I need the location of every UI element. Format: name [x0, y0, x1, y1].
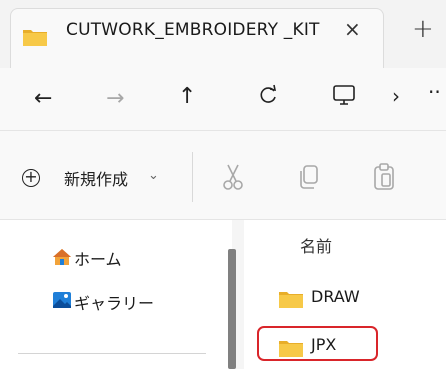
back-arrow-icon[interactable]: ← — [34, 86, 52, 111]
paste-icon[interactable] — [372, 162, 396, 196]
scrollbar-thumb[interactable] — [228, 249, 236, 369]
chevron-right-icon[interactable]: › — [392, 84, 400, 108]
monitor-icon[interactable] — [332, 83, 356, 111]
divider — [192, 152, 193, 202]
folder-icon — [278, 289, 304, 313]
folder-icon — [278, 338, 304, 362]
copy-icon[interactable] — [297, 163, 321, 195]
list-item-jpx[interactable]: JPX — [311, 335, 336, 354]
list-item-draw[interactable]: DRAW — [311, 287, 360, 306]
close-tab-icon[interactable]: × — [344, 17, 361, 41]
plus-circle-icon[interactable]: + — [22, 169, 40, 187]
new-tab-button[interactable]: + — [412, 14, 434, 44]
sidebar-item-gallery[interactable]: ギャラリー — [74, 290, 154, 314]
gallery-icon — [52, 291, 72, 313]
tab-title: CUTWORK_EMBROIDERY _KIT — [66, 20, 320, 40]
forward-arrow-icon[interactable]: → — [106, 86, 124, 111]
chevron-down-icon[interactable]: ⌄ — [148, 168, 159, 183]
up-arrow-icon[interactable]: ↑ — [178, 84, 196, 109]
home-icon — [52, 248, 72, 270]
refresh-icon[interactable] — [258, 84, 278, 112]
divider — [18, 353, 206, 354]
column-header-name[interactable]: 名前 — [300, 233, 332, 257]
new-button[interactable]: 新規作成 — [64, 166, 128, 190]
sidebar-item-home[interactable]: ホーム — [74, 246, 122, 270]
folder-icon — [22, 27, 48, 51]
more-icon[interactable]: ·· — [428, 80, 441, 104]
navigation-bar — [0, 68, 446, 130]
cut-icon[interactable] — [220, 163, 246, 195]
